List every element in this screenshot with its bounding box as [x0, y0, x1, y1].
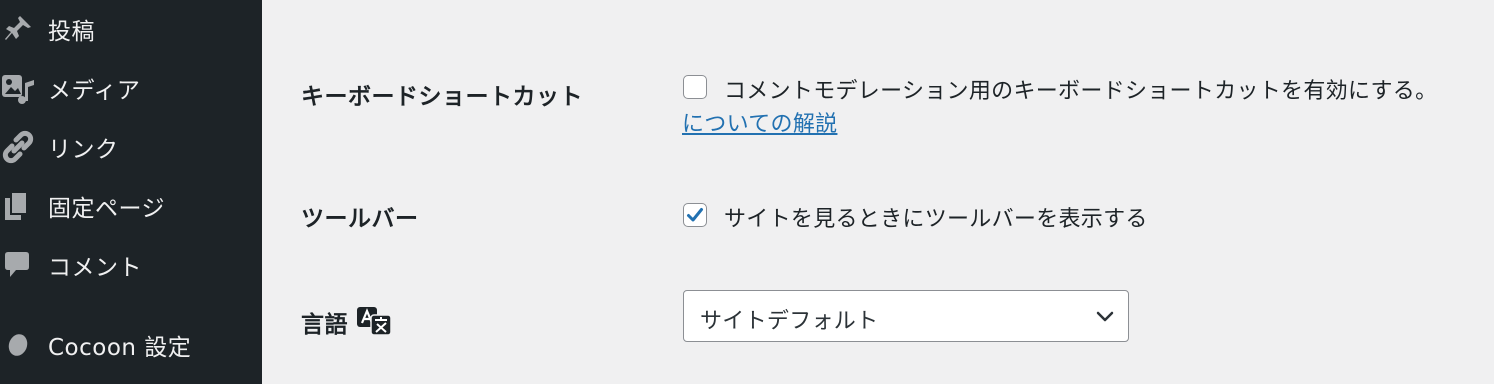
sidebar-item-posts[interactable]: 投稿	[0, 0, 262, 58]
sidebar-item-label: 投稿	[48, 19, 95, 45]
chevron-down-icon	[1096, 309, 1114, 328]
pin-icon	[0, 11, 36, 47]
keyboard-shortcuts-label: キーボードショートカット	[301, 84, 583, 110]
keyboard-shortcuts-text: コメントモデレーション用のキーボードショートカットを有効にする。	[724, 79, 1438, 104]
media-icon	[0, 70, 36, 106]
checkmark-icon	[687, 208, 703, 222]
sidebar-item-comments[interactable]: コメント	[0, 236, 262, 294]
admin-sidebar: 投稿 メディア リンク 固定ページ コメント Cocoon 設定	[0, 0, 262, 384]
toolbar-label: ツールバー	[301, 206, 419, 232]
language-label: 言語	[301, 312, 348, 338]
language-select[interactable]: サイトデフォルト	[683, 290, 1129, 342]
sidebar-item-label: メディア	[48, 78, 141, 104]
language-select-value: サイトデフォルト	[700, 309, 879, 334]
keyboard-shortcuts-checkbox[interactable]	[683, 75, 707, 99]
keyboard-shortcuts-help-link[interactable]: についての解説	[682, 106, 837, 138]
toolbar-checkbox[interactable]	[683, 203, 707, 227]
sidebar-item-label: Cocoon 設定	[48, 335, 192, 361]
sidebar-item-label: 固定ページ	[48, 196, 166, 222]
sidebar-item-label: リンク	[48, 137, 119, 163]
sidebar-item-label: コメント	[48, 255, 142, 281]
sidebar-item-links[interactable]: リンク	[0, 118, 262, 176]
comment-icon	[0, 247, 36, 283]
pages-icon	[0, 188, 36, 224]
sidebar-item-pages[interactable]: 固定ページ	[0, 177, 262, 235]
link-icon	[0, 129, 36, 165]
sidebar-item-cocoon-settings[interactable]: Cocoon 設定	[0, 316, 262, 374]
cocoon-icon	[0, 327, 36, 363]
toolbar-text: サイトを見るときにツールバーを表示する	[724, 207, 1148, 232]
translate-icon	[356, 306, 392, 336]
sidebar-item-media[interactable]: メディア	[0, 59, 262, 117]
